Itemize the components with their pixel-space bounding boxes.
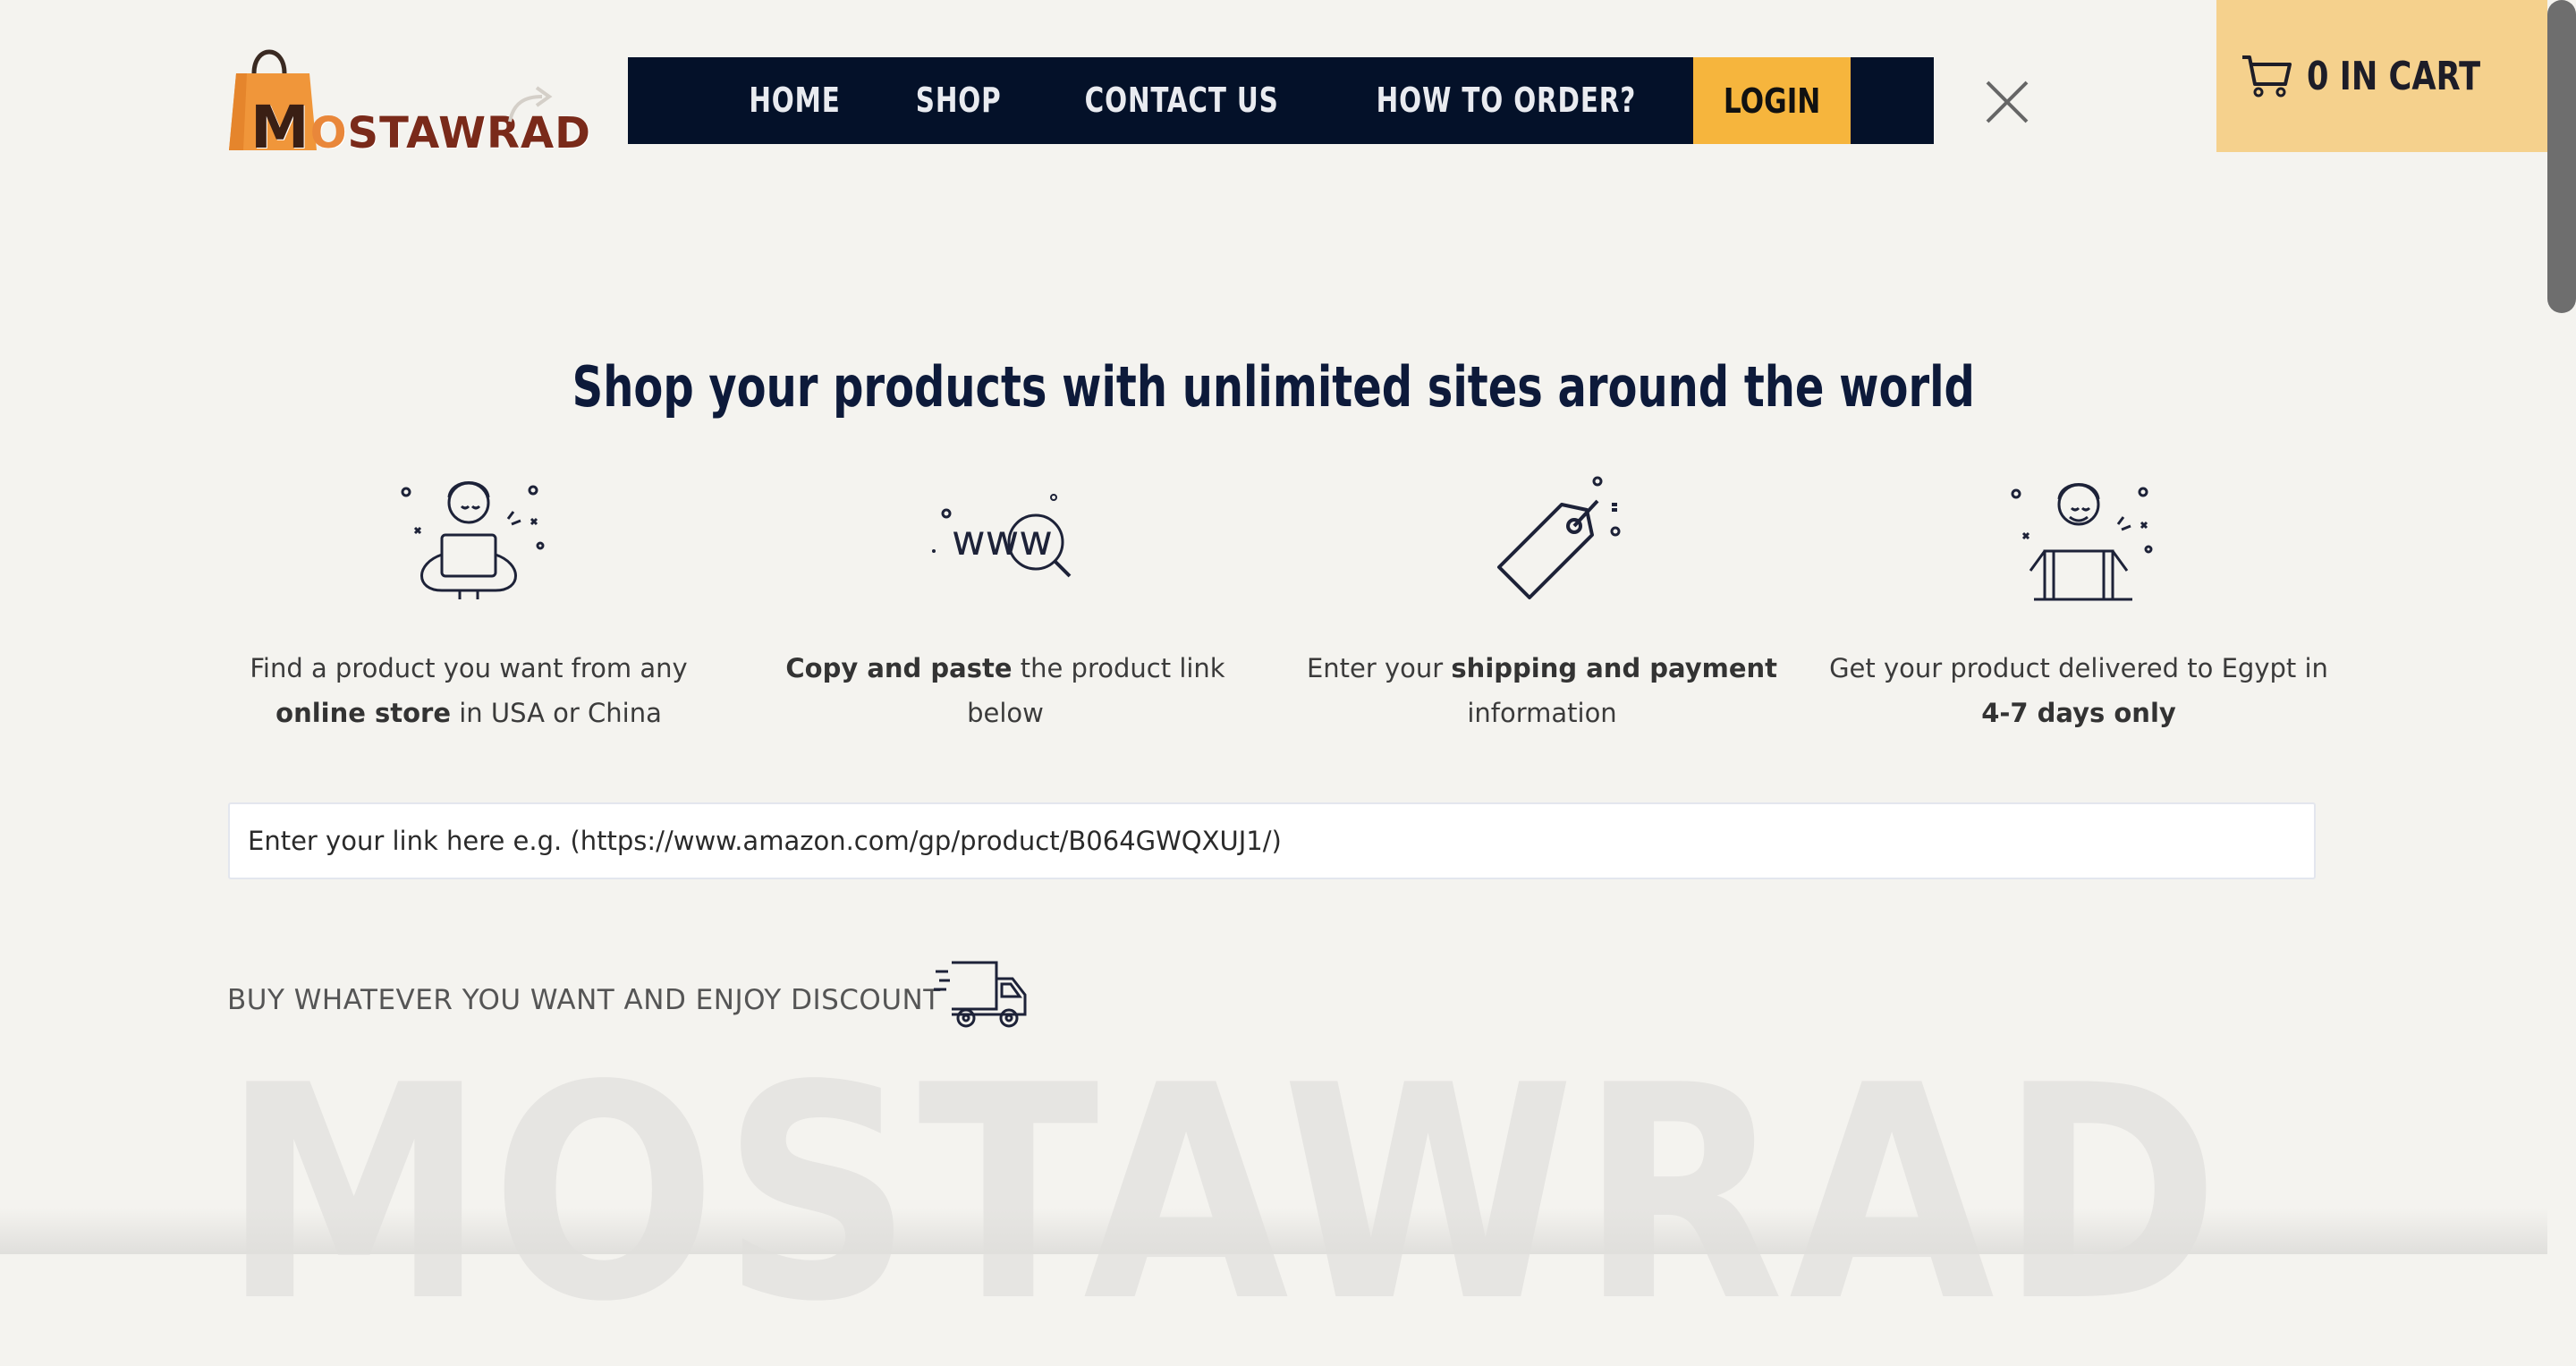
main-navigation: HOME SHOP CONTACT US HOW TO ORDER? LOGIN: [628, 57, 1934, 144]
scrollbar-thumb[interactable]: [2547, 0, 2576, 313]
step-text: Copy and paste the product link below: [785, 653, 1225, 728]
svg-text:www: www: [952, 516, 1053, 564]
brand-logo[interactable]: MOSTAWRAD: [224, 39, 590, 162]
www-search-icon: www: [932, 494, 1072, 578]
step-text: Get your product delivered to Egypt in 4…: [1829, 653, 2328, 728]
login-button[interactable]: LOGIN: [1693, 57, 1852, 144]
product-link-input[interactable]: [228, 802, 2316, 879]
page-headline: Shop your products with unlimited sites …: [572, 354, 1976, 420]
cart-icon: [2241, 55, 2292, 98]
nav-shop[interactable]: SHOP: [889, 57, 1027, 144]
step-find-product: Find a product you want from any online …: [218, 465, 719, 735]
step-text: Enter your shipping and payment informat…: [1306, 653, 1778, 728]
price-tag-icon: [1497, 476, 1621, 599]
cart-button[interactable]: 0 IN CART: [2216, 0, 2547, 152]
step-shipping-payment: Enter your shipping and payment informat…: [1292, 465, 1792, 735]
step-text: Find a product you want from any online …: [250, 653, 688, 728]
step-copy-link: www Copy and paste the product link belo…: [755, 465, 1256, 735]
close-icon[interactable]: [1982, 77, 2032, 127]
person-in-box-icon: [2011, 483, 2153, 601]
person-with-laptop-icon: [401, 481, 545, 599]
nav-contact-us[interactable]: CONTACT US: [1058, 57, 1304, 144]
step-delivery: Get your product delivered to Egypt in 4…: [1828, 465, 2329, 735]
delivery-truck-icon: [934, 961, 1027, 1028]
cart-label: 0 IN CART: [2306, 53, 2480, 99]
nav-how-to-order[interactable]: HOW TO ORDER?: [1351, 57, 1663, 144]
nav-home[interactable]: HOME: [723, 57, 867, 144]
promo-text: BUY WHATEVER YOU WANT AND ENJOY DISCOUNT: [227, 984, 941, 1016]
arrow-curve-icon: [508, 86, 553, 123]
brand-watermark: MOSTAWRAD: [222, 1022, 2225, 1366]
bottom-fade: [0, 1208, 2547, 1254]
